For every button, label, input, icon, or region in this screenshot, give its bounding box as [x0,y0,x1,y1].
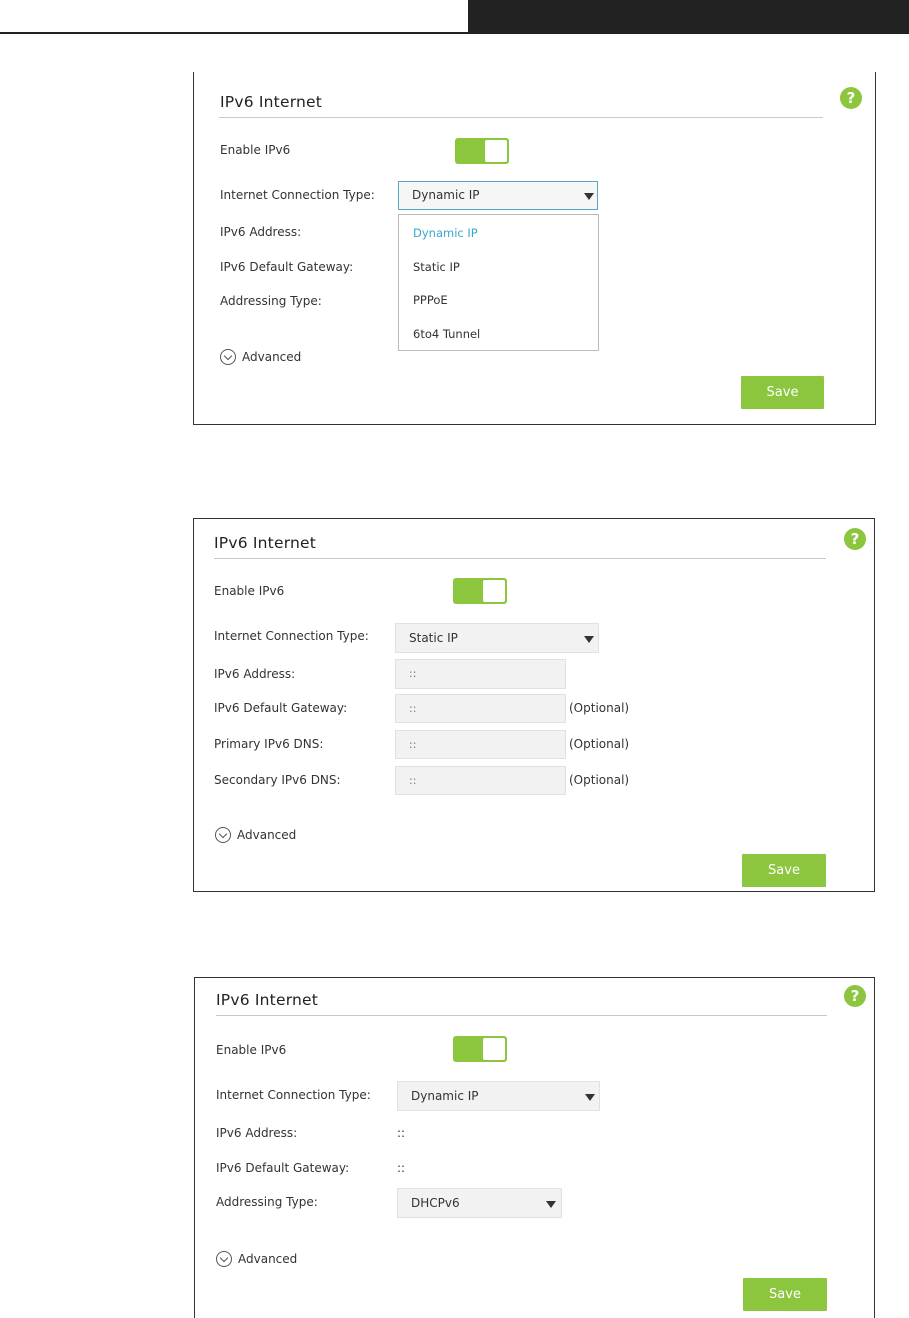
secondary-dns-input[interactable]: :: [395,766,566,795]
chevron-circle-down-icon[interactable] [220,349,236,365]
dropdown-option-pppoe[interactable]: PPPoE [413,293,448,307]
addressing-type-label: Addressing Type: [220,294,322,308]
ipv6-gateway-input[interactable]: :: [395,694,566,723]
enable-ipv6-label: Enable IPv6 [214,584,285,598]
enable-ipv6-toggle[interactable] [455,138,509,164]
ipv6-gateway-label: IPv6 Default Gateway: [216,1161,350,1175]
connection-type-value: Dynamic IP [412,188,480,202]
connection-type-select[interactable]: Static IP [395,623,599,653]
primary-dns-optional-note: (Optional) [569,737,630,751]
ipv6-address-input[interactable]: :: [395,659,566,689]
toggle-knob [483,1038,505,1060]
ipv6-gateway-value: :: [397,1161,406,1175]
connection-type-label: Internet Connection Type: [220,188,375,202]
header-rule [0,32,909,34]
dropdown-option-dynamic-ip[interactable]: Dynamic IP [413,226,478,240]
gateway-optional-note: (Optional) [569,701,630,715]
ipv6-panel-dynamic-ip: IPv6 Internet ? Enable IPv6 Internet Con… [194,977,875,1318]
ipv6-address-label: IPv6 Address: [214,667,296,681]
save-button[interactable]: Save [741,376,824,409]
toggle-knob [483,580,505,602]
connection-type-select[interactable]: Dynamic IP [398,181,598,210]
connection-type-label: Internet Connection Type: [216,1088,371,1102]
save-button[interactable]: Save [743,1278,827,1311]
secondary-dns-optional-note: (Optional) [569,773,630,787]
chevron-down-icon [546,1201,556,1208]
help-icon[interactable]: ? [844,985,866,1007]
chevron-down-icon [584,636,594,643]
connection-type-value: Dynamic IP [411,1089,479,1103]
primary-dns-label: Primary IPv6 DNS: [214,737,324,751]
advanced-link[interactable]: Advanced [238,1252,297,1266]
chevron-down-icon [585,1094,595,1101]
chevron-down-icon [584,193,594,200]
advanced-link[interactable]: Advanced [237,828,296,842]
ipv6-address-label: IPv6 Address: [220,225,302,239]
title-divider [219,117,823,118]
help-icon[interactable]: ? [844,528,866,550]
help-icon[interactable]: ? [840,87,862,109]
save-button[interactable]: Save [742,854,826,887]
ipv6-panel-static-ip: IPv6 Internet ? Enable IPv6 Internet Con… [193,518,875,892]
ipv6-address-value: :: [409,667,417,680]
enable-ipv6-label: Enable IPv6 [220,143,291,157]
enable-ipv6-toggle[interactable] [453,1036,507,1062]
ipv6-address-label: IPv6 Address: [216,1126,298,1140]
chevron-circle-down-icon[interactable] [215,827,231,843]
addressing-type-label: Addressing Type: [216,1195,318,1209]
connection-type-label: Internet Connection Type: [214,629,369,643]
title-divider [216,1015,827,1016]
ipv6-gateway-value: :: [409,702,417,715]
connection-type-select[interactable]: Dynamic IP [397,1081,600,1111]
advanced-link[interactable]: Advanced [242,350,301,364]
enable-ipv6-label: Enable IPv6 [216,1043,287,1057]
panel-title: IPv6 Internet [216,991,319,1009]
header-dark-bar [468,0,909,32]
panel-title: IPv6 Internet [214,534,317,552]
connection-type-value: Static IP [409,631,458,645]
addressing-type-select[interactable]: DHCPv6 [397,1188,562,1218]
addressing-type-value: DHCPv6 [411,1196,460,1210]
connection-type-dropdown: Dynamic IP Static IP PPPoE 6to4 Tunnel [398,214,599,351]
toggle-knob [485,140,507,162]
dropdown-option-static-ip[interactable]: Static IP [413,260,460,274]
secondary-dns-label: Secondary IPv6 DNS: [214,773,341,787]
secondary-dns-value: :: [409,774,417,787]
ipv6-panel-dropdown-open: IPv6 Internet ? Enable IPv6 Internet Con… [193,72,876,425]
ipv6-gateway-label: IPv6 Default Gateway: [214,701,348,715]
panel-title: IPv6 Internet [220,93,323,111]
dropdown-option-6to4-tunnel[interactable]: 6to4 Tunnel [413,327,480,341]
ipv6-gateway-label: IPv6 Default Gateway: [220,260,354,274]
enable-ipv6-toggle[interactable] [453,578,507,604]
chevron-circle-down-icon[interactable] [216,1251,232,1267]
title-divider [214,558,826,559]
primary-dns-value: :: [409,738,417,751]
primary-dns-input[interactable]: :: [395,730,566,759]
ipv6-address-value: :: [397,1126,406,1140]
